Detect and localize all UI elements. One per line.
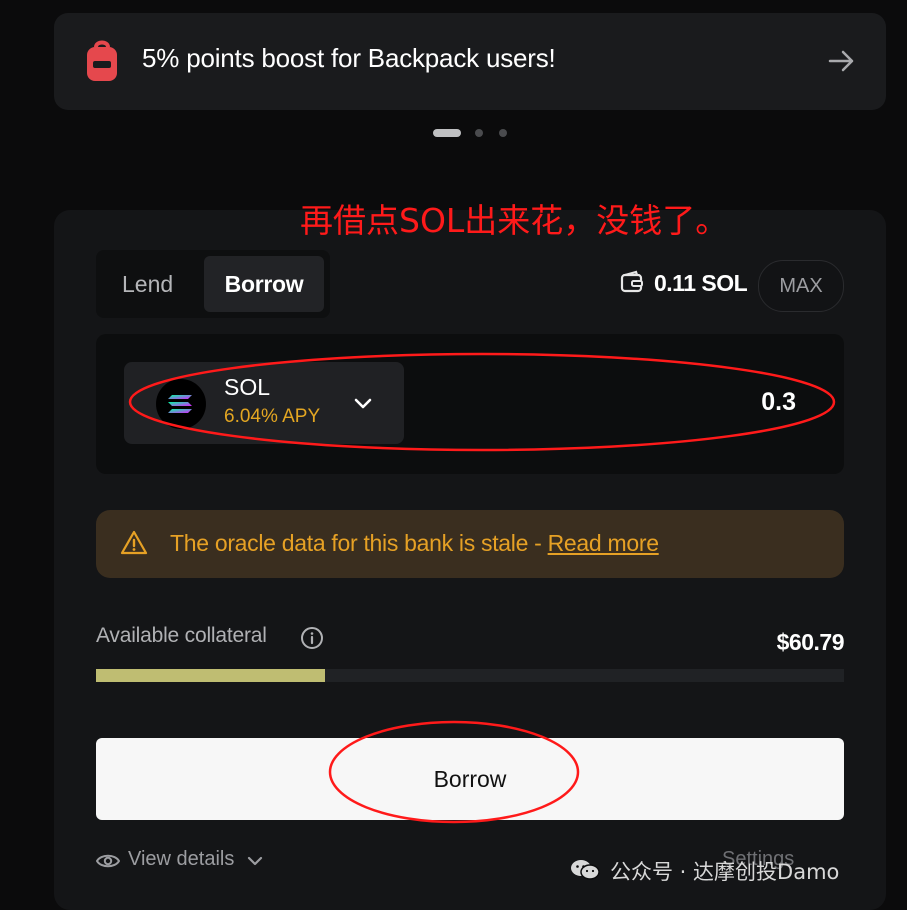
eye-icon — [96, 854, 120, 868]
token-symbol: SOL — [224, 374, 271, 400]
carousel-dot-1[interactable] — [433, 129, 461, 137]
solana-logo — [156, 379, 206, 429]
wechat-icon — [571, 860, 600, 880]
lend-borrow-toggle: Lend Borrow — [96, 250, 330, 318]
collateral-value: $60.79 — [776, 629, 845, 655]
view-details-label: View details — [128, 848, 235, 870]
carousel-dot-2[interactable] — [475, 129, 483, 137]
collateral-progress-bar — [96, 669, 844, 682]
borrow-button[interactable]: Borrow — [96, 738, 844, 820]
borrow-card: Lend Borrow 0.11 SOL MAX SOL 6.04% APY 0… — [54, 210, 886, 910]
max-button[interactable]: MAX — [758, 260, 844, 312]
promo-banner[interactable]: 5% points boost for Backpack users! — [54, 13, 886, 110]
collateral-progress-fill — [96, 669, 325, 682]
carousel-dot-3[interactable] — [499, 129, 507, 137]
warning-text: The oracle data for this bank is stale -… — [170, 530, 659, 557]
annotation-text: 再借点SOL出来花，没钱了。 — [300, 201, 729, 240]
token-apy: 6.04% APY — [224, 406, 321, 427]
collateral-label: Available collateral — [96, 624, 267, 647]
arrow-right-icon[interactable] — [828, 49, 856, 73]
read-more-link[interactable]: Read more — [548, 530, 659, 556]
wallet-icon — [620, 270, 643, 293]
banner-text: 5% points boost for Backpack users! — [142, 43, 556, 73]
amount-input[interactable]: 0.3 — [761, 388, 796, 417]
watermark-text: 公众号 · 达摩创投Damo — [610, 860, 840, 884]
backpack-icon — [87, 40, 117, 81]
wallet-balance: 0.11 SOL — [654, 270, 748, 296]
oracle-warning: The oracle data for this bank is stale -… — [96, 510, 844, 578]
tab-borrow[interactable]: Borrow — [204, 256, 324, 312]
token-selector[interactable]: SOL 6.04% APY — [124, 362, 404, 444]
info-icon[interactable] — [300, 626, 324, 650]
warning-message: The oracle data for this bank is stale - — [170, 530, 548, 556]
tab-lend[interactable]: Lend — [122, 271, 173, 298]
warning-triangle-icon — [120, 530, 148, 555]
chevron-down-icon — [247, 856, 263, 866]
amount-input-box: SOL 6.04% APY 0.3 — [96, 334, 844, 474]
chevron-down-icon — [354, 398, 372, 409]
